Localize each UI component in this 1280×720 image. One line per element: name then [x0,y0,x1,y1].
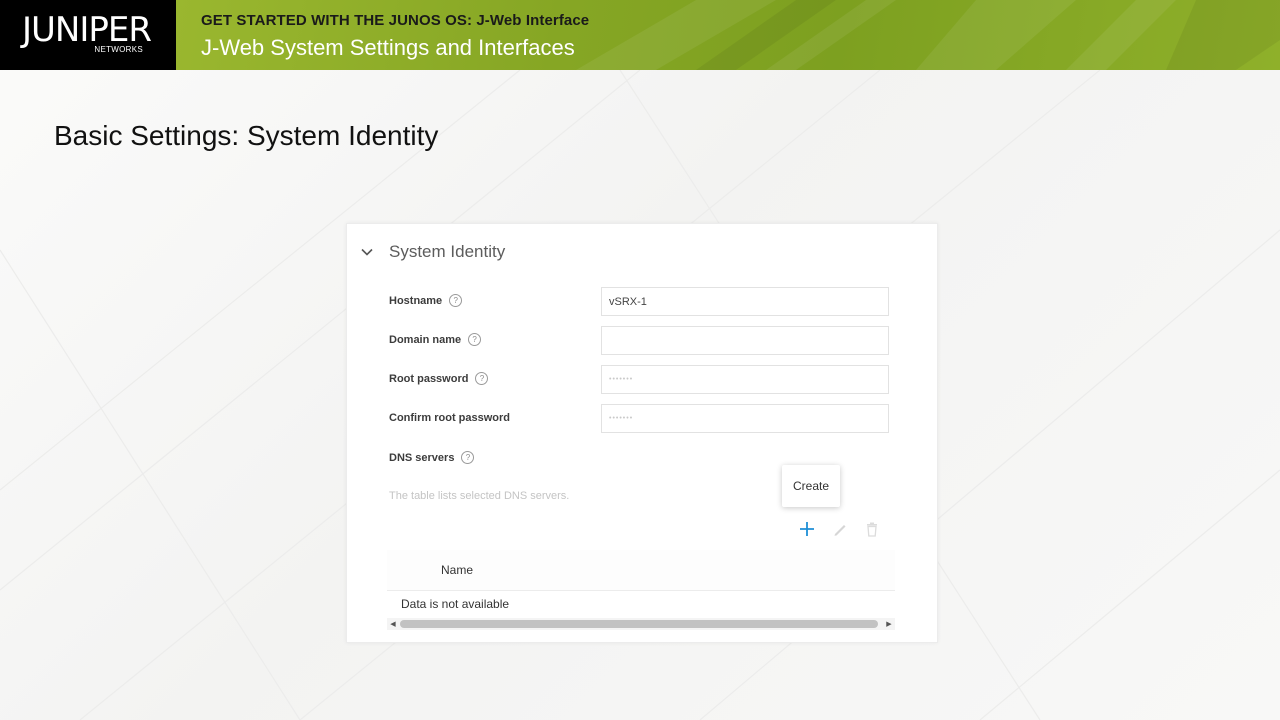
course-title: J-Web System Settings and Interfaces [201,35,575,60]
help-icon[interactable]: ? [475,372,489,385]
root-password-label-text: Root password [389,372,469,385]
domain-name-input[interactable] [601,326,889,355]
plus-icon[interactable] [797,519,817,539]
course-subtitle: GET STARTED WITH THE JUNOS OS: J-Web Int… [201,12,590,29]
scroll-right-icon[interactable]: ▶ [883,618,895,630]
root-password-label: Root password ? [389,372,489,385]
hostname-label-text: Hostname [389,294,443,307]
dns-helper-text: The table lists selected DNS servers. [389,490,570,502]
create-tooltip: Create [782,465,840,507]
help-icon[interactable]: ? [468,333,482,346]
dns-servers-label-text: DNS servers [389,451,455,464]
scrollbar-thumb[interactable] [400,620,878,628]
confirm-root-password-label-text: Confirm root password [389,412,511,424]
table-header: Name [387,550,895,591]
help-icon[interactable]: ? [461,451,475,464]
column-header-name[interactable]: Name [441,563,473,577]
system-identity-panel: System Identity Hostname ? Domain name ?… [346,223,938,643]
page-title: Basic Settings: System Identity [54,120,439,151]
help-icon[interactable]: ? [449,294,463,307]
confirm-root-password-input[interactable] [601,404,889,433]
trash-icon[interactable] [862,519,882,539]
header-banner: JUNIPER NETWORKS GET STARTED WITH THE JU… [0,0,1280,70]
hostname-label: Hostname ? [389,294,463,307]
logo-wordmark: JUNIPER [22,10,152,50]
pencil-icon[interactable] [830,519,850,539]
root-password-input[interactable] [601,365,889,394]
section-header[interactable]: System Identity [359,242,505,262]
domain-name-label: Domain name ? [389,333,482,346]
title-band: GET STARTED WITH THE JUNOS OS: J-Web Int… [176,0,1280,70]
slide: JUNIPER NETWORKS GET STARTED WITH THE JU… [0,0,1280,720]
hostname-input[interactable] [601,287,889,316]
confirm-root-password-label: Confirm root password [389,412,510,424]
chevron-down-icon[interactable] [359,244,375,260]
juniper-logo: JUNIPER NETWORKS [0,0,176,70]
scroll-left-icon[interactable]: ◀ [387,618,399,630]
horizontal-scrollbar[interactable]: ◀ ▶ [387,618,895,630]
dns-servers-label: DNS servers ? [389,451,475,464]
logo-subtext: NETWORKS [94,45,143,54]
table-empty-message: Data is not available [401,597,510,611]
domain-name-label-text: Domain name [389,333,462,346]
section-title: System Identity [389,242,506,261]
